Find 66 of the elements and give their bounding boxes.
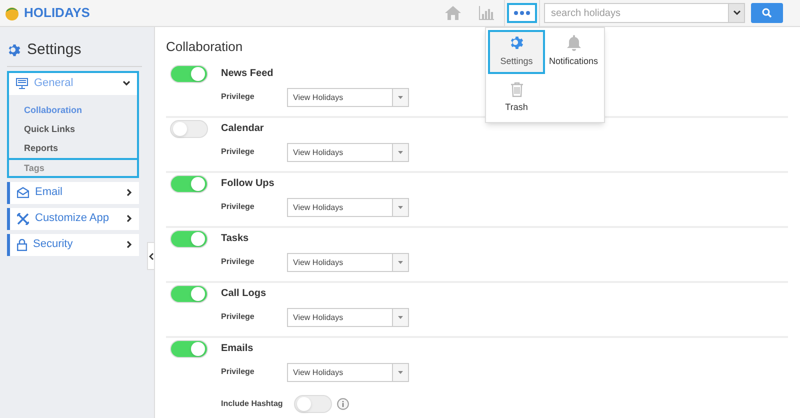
submenu-item[interactable]: Quick Links [9,120,137,138]
dropdown-button[interactable] [729,3,745,23]
toggle-switch[interactable] [170,284,208,302]
sidebar-title: Settings [27,40,82,60]
trash-icon [510,82,522,97]
gear-icon [508,35,524,52]
chevron-right-icon [127,241,132,248]
chevron-right-icon [127,215,132,222]
caret-icon [398,206,403,208]
monitor-icon [16,78,28,89]
privilege-select[interactable]: View Holidays [287,252,409,272]
module-name: Tasks [221,232,250,246]
module-name: Emails [221,342,254,356]
menu-item[interactable]: Trash [488,76,545,120]
privilege-label: Privilege [221,146,256,158]
toggle-switch[interactable] [170,64,208,82]
chevron-right-icon [127,189,132,196]
toggle-switch[interactable] [170,120,208,138]
bell-icon [566,35,580,52]
chevron-down-icon [732,10,740,16]
caret-icon [398,150,403,154]
privilege-label: Privilege [221,366,256,378]
privilege-select[interactable]: View Holidays [287,198,409,216]
page-title: Collaboration [166,38,243,56]
privilege-label: Privilege [221,201,256,213]
caret-icon [398,96,403,98]
padlock-icon [17,238,27,250]
envelope-icon [17,187,29,198]
toggle-switch[interactable] [170,174,208,192]
privilege-label: Privilege [221,91,256,103]
info-icon[interactable] [337,398,349,410]
caret-icon [398,260,403,264]
option-label: Include Hashtag [221,398,284,410]
sidebar-section[interactable]: Security [7,234,139,256]
toggle-switch[interactable] [170,230,208,248]
caret-icon [398,316,403,318]
app-name: HOLIDAYS [24,4,90,22]
search-icon [762,8,772,18]
module-name: News Feed [221,66,274,80]
module-name: Call Logs [221,286,268,300]
menu-item[interactable]: Settings [488,30,545,74]
module-name: Calendar [221,122,265,136]
search-button[interactable] [751,3,783,23]
privilege-label: Privilege [221,311,256,323]
module-name: Follow Ups [221,176,276,190]
menu-item[interactable]: Notifications [545,30,602,74]
chevron-down-icon [123,81,130,86]
submenu-item[interactable]: Reports [9,138,137,158]
collapse-handle[interactable] [147,242,155,270]
privilege-select[interactable]: View Holidays [287,88,409,106]
caret-icon [398,370,403,374]
search-field[interactable]: search holidays [544,3,729,23]
privilege-label: Privilege [221,256,256,268]
privilege-select[interactable]: View Holidays [287,308,409,326]
more-button[interactable] [507,3,537,23]
bar-chart-icon[interactable] [479,6,494,20]
toggle-switch[interactable] [170,340,208,358]
sidebar-section[interactable]: Customize App [7,208,139,230]
tools-icon [17,212,29,224]
home-icon[interactable] [445,6,461,20]
toggle-switch[interactable] [294,394,332,412]
gear-icon [7,42,22,58]
privilege-select[interactable]: View Holidays [287,142,409,162]
privilege-select[interactable]: View Holidays [287,362,409,382]
coconut-logo-icon [4,5,20,21]
sidebar-section[interactable]: Email [7,182,139,204]
